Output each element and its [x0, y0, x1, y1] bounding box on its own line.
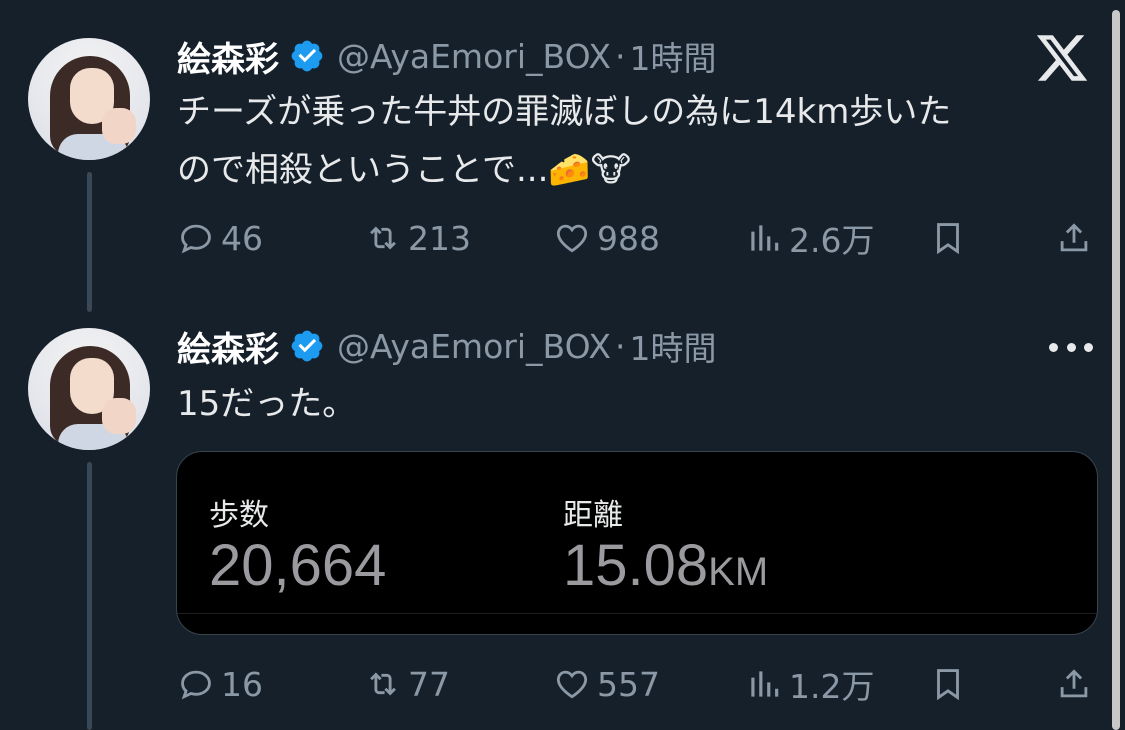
- avatar[interactable]: [28, 328, 150, 450]
- reply-button[interactable]: 46: [177, 216, 263, 260]
- handle[interactable]: @AyaEmori_BOX: [337, 327, 611, 366]
- steps-label: 歩数: [209, 498, 269, 533]
- reply-button[interactable]: 16: [177, 662, 263, 706]
- separator: ·: [615, 326, 626, 366]
- display-name[interactable]: 絵森彩: [177, 32, 279, 81]
- verified-badge-icon: [291, 40, 323, 72]
- views-count: 1.2万: [789, 667, 875, 706]
- handle[interactable]: @AyaEmori_BOX: [337, 37, 611, 76]
- like-count: 557: [597, 664, 660, 704]
- distance-unit: KM: [708, 550, 769, 594]
- display-name[interactable]: 絵森彩: [177, 322, 279, 371]
- reply-count: 46: [221, 218, 263, 258]
- timestamp[interactable]: 1時間: [630, 32, 717, 80]
- share-button[interactable]: [1055, 216, 1099, 260]
- tweet-text: 15だった。: [177, 375, 1077, 433]
- action-bar: 16 77 557 1.2万: [177, 662, 1097, 706]
- verified-badge-icon: [291, 330, 323, 362]
- action-bar: 46 213 988 2.6万: [177, 216, 1097, 260]
- heart-icon: [556, 670, 588, 699]
- distance-value: 15.08: [563, 533, 709, 598]
- divider: [177, 613, 1097, 614]
- like-button[interactable]: 988: [553, 216, 660, 260]
- separator: ·: [615, 36, 626, 76]
- heart-icon: [556, 224, 588, 253]
- like-button[interactable]: 557: [553, 662, 660, 706]
- attached-image[interactable]: 歩数 20,664 距離 15.08KM: [176, 451, 1098, 635]
- bookmark-icon: [937, 669, 959, 701]
- like-count: 988: [597, 218, 660, 258]
- more-options-icon[interactable]: [1049, 332, 1093, 362]
- share-icon: [1060, 669, 1088, 698]
- reply-icon: [181, 670, 211, 700]
- tweet-text: チーズが乗った牛丼の罪滅ぼしの為に14km歩いた ので相殺ということで...🧀🐮: [177, 83, 1077, 199]
- analytics-icon: [751, 671, 779, 697]
- share-icon: [1060, 223, 1088, 252]
- tweet-header: 絵森彩 @AyaEmori_BOX · 1時間: [177, 322, 717, 371]
- retweet-icon: [370, 672, 396, 696]
- views-button[interactable]: 2.6万: [745, 216, 874, 260]
- thread-line: [87, 172, 92, 312]
- bookmark-button[interactable]: [929, 216, 973, 260]
- views-button[interactable]: 1.2万: [745, 662, 874, 706]
- retweet-button[interactable]: 213: [364, 216, 471, 260]
- tweet-text-line: 15だった。: [177, 384, 357, 424]
- retweet-count: 213: [408, 218, 471, 258]
- retweet-icon: [370, 226, 396, 250]
- bookmark-icon: [937, 223, 959, 255]
- thread-line: [87, 462, 92, 730]
- views-count: 2.6万: [789, 221, 875, 260]
- tweet-text-line: チーズが乗った牛丼の罪滅ぼしの為に14km歩いた: [177, 92, 952, 132]
- scrollbar[interactable]: [1112, 10, 1120, 730]
- bookmark-button[interactable]: [929, 662, 973, 706]
- reply-icon: [181, 224, 211, 254]
- retweet-count: 77: [408, 664, 450, 704]
- share-button[interactable]: [1055, 662, 1099, 706]
- steps-value: 20,664: [209, 533, 387, 598]
- analytics-icon: [751, 225, 779, 251]
- reply-count: 16: [221, 664, 263, 704]
- retweet-button[interactable]: 77: [364, 662, 450, 706]
- timestamp[interactable]: 1時間: [630, 322, 717, 370]
- x-logo-icon: [1036, 35, 1088, 81]
- tweet-header: 絵森彩 @AyaEmori_BOX · 1時間: [177, 32, 717, 81]
- distance-value-group: 15.08KM: [563, 532, 768, 599]
- tweet-text-line: ので相殺ということで...🧀🐮: [177, 150, 631, 190]
- avatar[interactable]: [28, 38, 150, 160]
- distance-label: 距離: [563, 498, 623, 533]
